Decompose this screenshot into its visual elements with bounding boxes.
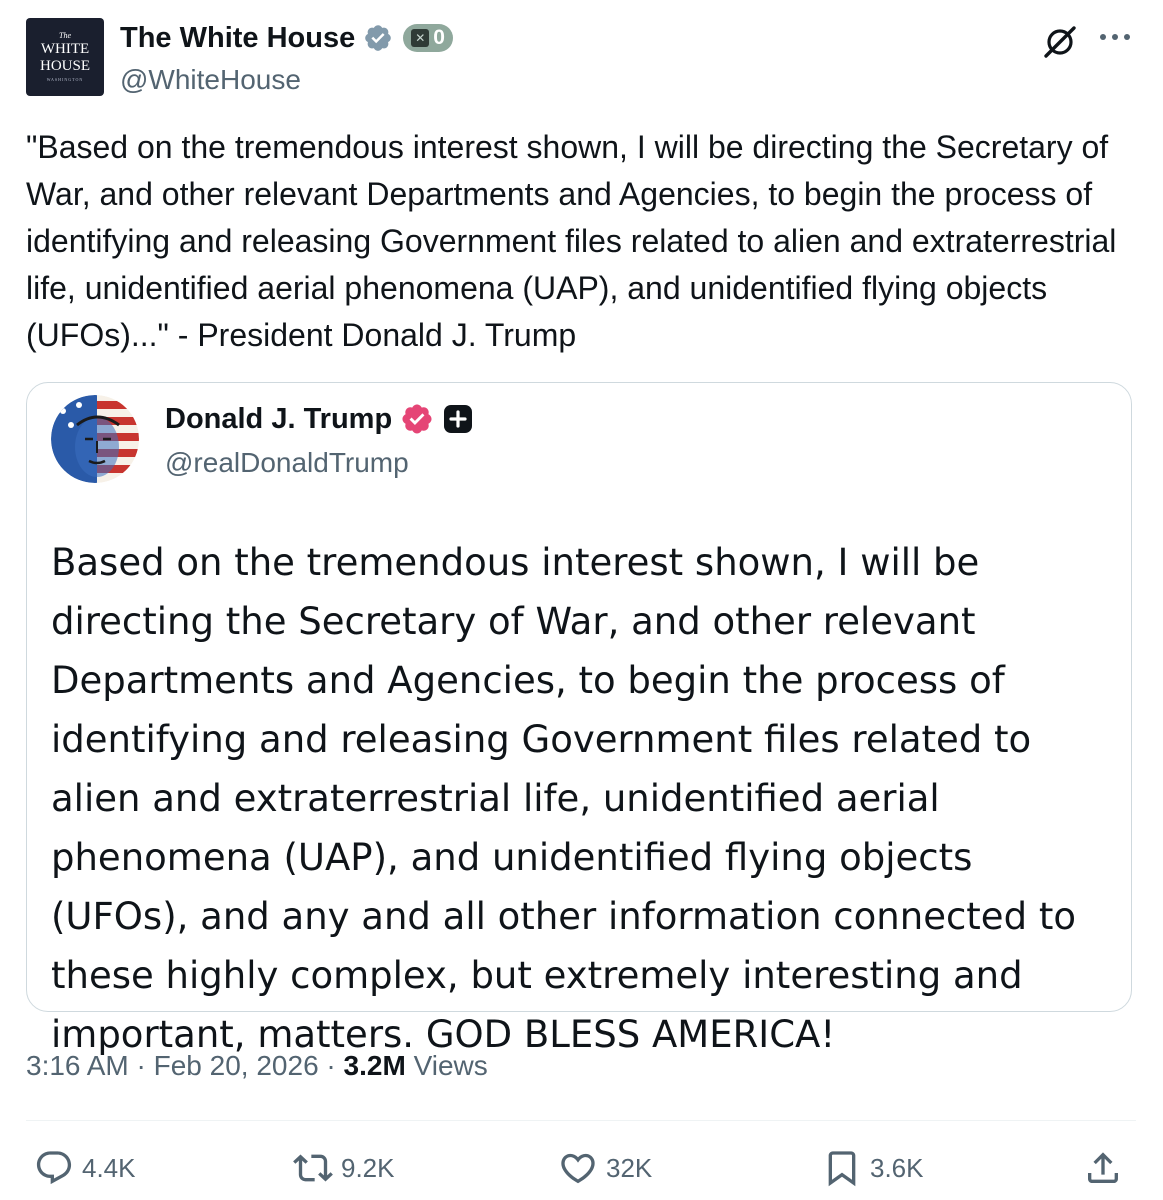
grok-icon[interactable] [1040,22,1080,62]
views-label: Views [405,1050,488,1081]
like-button[interactable]: 32K [558,1148,652,1188]
verified-gray-icon [365,25,392,51]
share-icon [1088,1152,1118,1183]
verified-pink-icon [402,404,432,434]
post-author: The White House ✕ 0 @WhiteHouse [120,20,453,96]
meta-separator: · [128,1050,154,1081]
quote-handle[interactable]: @realDonaldTrump [165,447,474,479]
reply-button[interactable]: 4.4K [34,1148,136,1188]
views-count: 3.2M [343,1050,406,1081]
x-badge-icon: ✕ [411,29,430,47]
share-button[interactable] [1083,1148,1123,1188]
quote-card[interactable]: Donald J. Trump @realDonaldTrump Based o… [26,382,1132,1056]
trump-avatar[interactable] [51,395,139,483]
reply-icon [36,1151,72,1185]
post-meta: 3:16 AM · Feb 20, 2026 · 3.2M Views [26,1050,488,1082]
quote-text: Based on the tremendous interest shown, … [51,541,1076,1056]
post-text: "Based on the tremendous interest shown,… [26,129,1117,353]
action-bar: 4.4K 9.2K 32K 3.6K [0,1140,1163,1200]
retweet-icon [293,1154,333,1182]
avatar-text-the: The [59,31,71,40]
x-badge[interactable]: ✕ 0 [403,24,453,52]
x-badge-count: 0 [433,26,445,49]
whitehouse-avatar[interactable]: The WHITE HOUSE WASHINGTON [26,18,104,96]
meta-separator: · [318,1050,344,1081]
retweet-count: 9.2K [341,1152,395,1183]
like-count: 32K [606,1152,653,1183]
avatar-text-white: WHITE [40,41,90,57]
bookmark-count: 3.6K [870,1152,924,1183]
post-time[interactable]: 3:16 AM [26,1050,129,1082]
author-handle[interactable]: @WhiteHouse [120,64,453,96]
plus-badge-icon [444,405,473,433]
divider [26,1120,1136,1121]
avatar-text-house: HOUSE [39,58,90,74]
retweet-button[interactable]: 9.2K [293,1148,395,1188]
more-icon[interactable] [1098,30,1132,44]
quote-name-row: Donald J. Trump [165,401,474,437]
reply-count: 4.4K [82,1152,136,1183]
post-date[interactable]: Feb 20, 2026 [154,1050,319,1082]
bookmark-button[interactable]: 3.6K [822,1148,924,1188]
avatar-text-washington: WASHINGTON [46,77,84,82]
author-name-row: The White House ✕ 0 [120,20,453,56]
like-icon [561,1153,595,1184]
quote-author: Donald J. Trump @realDonaldTrump [165,401,474,479]
quote-display-name[interactable]: Donald J. Trump [165,403,392,436]
bookmark-icon [828,1151,856,1187]
author-display-name[interactable]: The White House [120,22,355,55]
